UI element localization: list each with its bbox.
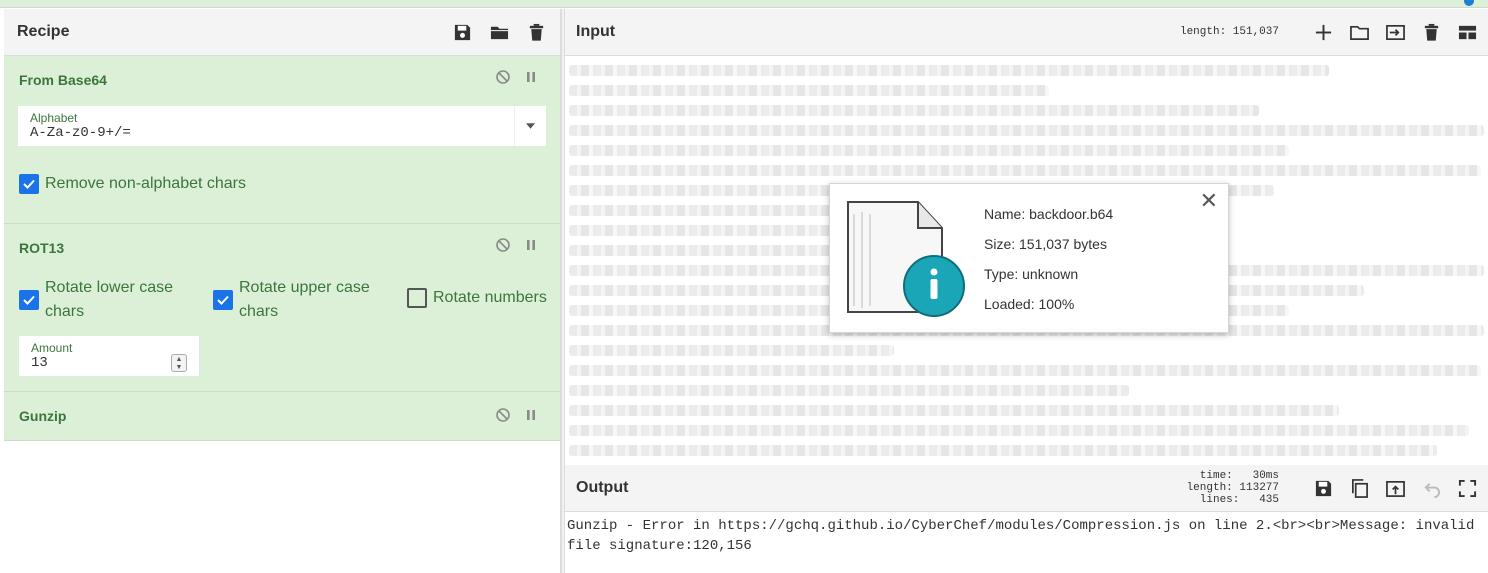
- pause-icon[interactable]: [524, 408, 538, 422]
- operation-title: ROT13: [19, 240, 65, 256]
- checkbox-checked-icon[interactable]: [19, 290, 39, 310]
- output-length: length: 113277: [1186, 482, 1279, 494]
- alphabet-value: A-Za-z0-9+/=: [30, 125, 131, 141]
- stepper-icon[interactable]: ▲ ▼: [171, 354, 187, 372]
- output-stats: time: 30ms length: 113277 lines: 435: [1187, 470, 1279, 506]
- rotate-lower-label-line1: Rotate lower case: [45, 279, 174, 296]
- maximize-icon[interactable]: [1458, 479, 1477, 498]
- rotate-numbers-checkbox[interactable]: Rotate numbers: [407, 288, 547, 310]
- disable-icon[interactable]: [496, 70, 510, 84]
- folder-icon[interactable]: [490, 23, 509, 42]
- add-icon[interactable]: [1314, 23, 1333, 42]
- rotate-lower-label: Rotate lower case chars: [45, 276, 173, 324]
- copy-icon[interactable]: [1350, 478, 1369, 498]
- replace-input-icon[interactable]: [1386, 479, 1405, 498]
- rotate-upper-checkbox[interactable]: Rotate upper case chars: [213, 276, 370, 324]
- file-type: Type: unknown: [984, 266, 1079, 282]
- open-folder-icon[interactable]: [1350, 23, 1369, 42]
- file-info-icon: [840, 194, 970, 324]
- recipe-pane: Recipe From Base64 Alphabet A-Za-z0-9+/=…: [4, 9, 561, 573]
- save-icon[interactable]: [453, 23, 472, 42]
- file-details-card: Name: backdoor.b64 Size: 151,037 bytes T…: [829, 183, 1229, 333]
- rotate-numbers-label: Rotate numbers: [433, 289, 547, 306]
- amount-input[interactable]: Amount 13 ▲ ▼: [19, 336, 199, 376]
- output-time: time: 30ms: [1199, 470, 1279, 482]
- output-text[interactable]: Gunzip - Error in https://gchq.github.io…: [567, 516, 1482, 556]
- file-info: Name: backdoor.b64 Size: 151,037 bytes T…: [984, 206, 1113, 326]
- operation-title: From Base64: [19, 72, 107, 88]
- operation-rot13: ROT13 Rotate lower case chars Rotate upp…: [4, 224, 560, 392]
- output-lines: lines: 435: [1199, 494, 1279, 506]
- operation-title: Gunzip: [19, 408, 67, 424]
- pause-icon[interactable]: [524, 70, 538, 84]
- rotate-upper-label-line2: chars: [239, 303, 279, 320]
- notification-dot: [1464, 0, 1474, 6]
- remove-non-alphabet-label: Remove non-alphabet chars: [45, 175, 247, 192]
- operation-gunzip: Gunzip: [4, 392, 560, 441]
- output-header: Output time: 30ms length: 113277 lines: 43…: [565, 465, 1488, 512]
- file-size: Size: 151,037 bytes: [984, 236, 1107, 252]
- save-output-icon[interactable]: [1314, 479, 1333, 498]
- input-file-icon[interactable]: [1386, 23, 1405, 42]
- alphabet-label: Alphabet: [30, 111, 78, 125]
- checkbox-unchecked-icon[interactable]: [407, 288, 427, 308]
- input-title: Input: [576, 23, 616, 40]
- pause-icon[interactable]: [524, 238, 538, 252]
- disable-icon[interactable]: [496, 238, 510, 252]
- operation-from-base64: From Base64 Alphabet A-Za-z0-9+/= Remove…: [4, 56, 560, 224]
- trash-icon[interactable]: [527, 23, 546, 42]
- alphabet-select[interactable]: Alphabet A-Za-z0-9+/=: [18, 106, 546, 146]
- amount-label: Amount: [31, 341, 73, 355]
- close-icon[interactable]: ✕: [1200, 190, 1218, 212]
- layout-icon[interactable]: [1458, 23, 1477, 42]
- amount-value: 13: [31, 355, 48, 371]
- recipe-title: Recipe: [17, 23, 70, 40]
- trash-icon[interactable]: [1422, 23, 1441, 42]
- rotate-upper-label-line1: Rotate upper case: [239, 279, 370, 296]
- rotate-upper-label: Rotate upper case chars: [239, 276, 370, 324]
- checkbox-checked-icon[interactable]: [213, 290, 233, 310]
- output-title: Output: [576, 479, 629, 496]
- input-header: Input length: 151,037: [565, 9, 1488, 56]
- rotate-lower-checkbox[interactable]: Rotate lower case chars: [19, 276, 173, 324]
- output-pane: Output time: 30ms length: 113277 lines: 43…: [565, 465, 1488, 573]
- checkbox-checked-icon[interactable]: [19, 174, 39, 194]
- remove-non-alphabet-checkbox[interactable]: Remove non-alphabet chars: [19, 174, 246, 196]
- input-length: length: 151,037: [1179, 26, 1279, 38]
- rotate-lower-label-line2: chars: [45, 303, 85, 320]
- alphabet-dropdown[interactable]: [514, 106, 546, 146]
- undo-icon[interactable]: [1422, 479, 1441, 498]
- recipe-header: Recipe: [4, 9, 560, 56]
- top-bar: [0, 0, 1488, 8]
- file-loaded: Loaded: 100%: [984, 296, 1075, 312]
- chevron-down-icon: [526, 123, 535, 129]
- file-name: Name: backdoor.b64: [984, 206, 1114, 222]
- disable-icon[interactable]: [496, 408, 510, 422]
